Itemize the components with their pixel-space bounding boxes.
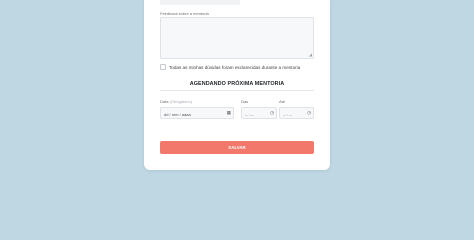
- section-divider: [160, 90, 314, 91]
- feedback-textarea[interactable]: ◢: [160, 17, 314, 59]
- mentoring-form-card: Feedback sobre a mentoria ◢ Todas as min…: [144, 0, 330, 170]
- date-required-hint: (Obrigatório): [169, 99, 193, 104]
- end-clock-icon[interactable]: ◷: [307, 110, 311, 116]
- start-time-input[interactable]: -- : -- ◷: [241, 107, 277, 119]
- start-time-label: Das: [241, 99, 249, 104]
- doubts-checkbox-label[interactable]: Todas as minhas dúvidas foram esclarecid…: [169, 65, 300, 70]
- save-button[interactable]: SALVAR: [160, 141, 314, 154]
- end-time-input[interactable]: -- : -- ◷: [279, 107, 314, 119]
- start-clock-icon[interactable]: ◷: [270, 110, 274, 116]
- end-time-value: -- : --: [283, 111, 292, 117]
- schedule-section-title: AGENDANDO PRÓXIMA MENTORIA: [189, 81, 285, 87]
- start-time-value: -- : --: [245, 111, 254, 117]
- date-input[interactable]: dd / mm / aaaa ▦: [160, 107, 234, 119]
- date-label-text: Data: [160, 99, 169, 104]
- date-input-value: dd / mm / aaaa: [164, 111, 191, 117]
- calendar-icon[interactable]: ▦: [227, 110, 231, 116]
- feedback-label: Feedback sobre a mentoria: [160, 11, 209, 16]
- resize-grip-icon[interactable]: ◢: [309, 53, 312, 57]
- date-label: Data (Obrigatório): [160, 99, 192, 104]
- doubts-checkbox[interactable]: [160, 64, 166, 70]
- previous-field-stub: [160, 0, 240, 5]
- end-time-label: Até: [279, 99, 286, 104]
